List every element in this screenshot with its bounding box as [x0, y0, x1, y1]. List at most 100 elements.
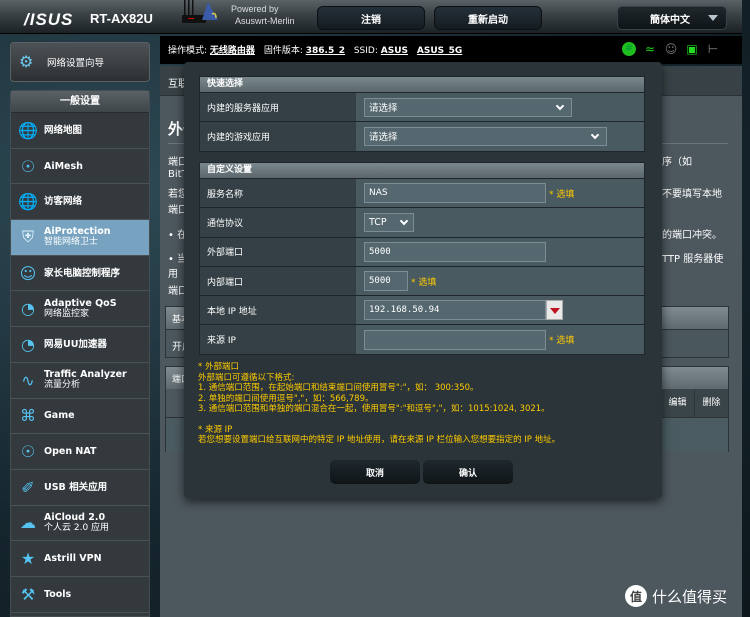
sidebar-item-text: Astrill VPN: [44, 553, 102, 564]
sidebar-item-label: AiProtection: [44, 226, 111, 238]
sidebar-item-label: AiMesh: [44, 160, 83, 172]
server-app-row: 内建的服务器应用 请选择: [200, 92, 644, 122]
uu-gauge-icon: ◔: [21, 334, 35, 354]
sidebar-item-network-map[interactable]: 🌐 网络地图: [11, 113, 149, 149]
help-notes: * 外部端口 外部端口可遵循以下格式: 1. 通信端口范围，在起始端口和结束端口…: [198, 362, 560, 446]
sidebar-item-label: Adaptive QoS: [44, 297, 117, 309]
sidebar-item-label: 家长电脑控制程序: [44, 267, 121, 279]
local-ip-label: 本地 IP 地址: [200, 296, 356, 325]
sidebar-item-gamepad[interactable]: ⌘ Game: [11, 399, 149, 435]
external-port-input[interactable]: 5000: [364, 241, 546, 262]
sidebar-item-text: Game: [44, 410, 75, 421]
service-name-input[interactable]: NAS: [364, 183, 546, 204]
dropdown-triangle-icon: [708, 15, 718, 21]
firmware-link[interactable]: 386.5_2: [306, 46, 345, 56]
sidebar-item-qos-gauge[interactable]: ◔ Adaptive QoS 网络监控家: [11, 291, 149, 328]
note-line: 1. 通信端口范围，在起始端口和结束端口间使用冒号":"，如： 300:350。: [198, 383, 479, 393]
powered-by-line2: Asuswrt-Merlin: [235, 16, 295, 26]
sidebar-item-aicloud[interactable]: ☁ AiCloud 2.0 个人云 2.0 应用: [11, 506, 149, 542]
source-ip-input[interactable]: [364, 329, 546, 350]
ssid-24-link[interactable]: ASUS: [381, 46, 408, 56]
chevron-down-icon: [399, 216, 409, 226]
language-value: 簡体中文: [650, 14, 690, 26]
sidebar-item-label: Game: [44, 410, 75, 422]
server-app-value: 请选择: [369, 103, 398, 115]
desc-line-right: 序（如: [662, 157, 692, 168]
server-app-label: 内建的服务器应用: [200, 93, 356, 122]
sidebar-menu: 一般设置 🌐 网络地图 ☉ AiMesh 🌐 访客网络 ⛨ AiProtection 智能网络卫…: [10, 90, 150, 617]
optional-note: * 选填: [411, 277, 437, 288]
sidebar-item-text: 家长电脑控制程序: [44, 268, 120, 279]
sidebar-item-usb-app[interactable]: ✐ USB 相关应用: [11, 470, 149, 506]
sidebar-item-open-nat[interactable]: ☉ Open NAT: [11, 434, 149, 470]
source-ip-label: 来源 IP: [200, 325, 356, 354]
confirm-button[interactable]: 确认: [423, 460, 513, 484]
sidebar-item-label: 网络地图: [44, 124, 83, 136]
language-select[interactable]: 簡体中文: [617, 6, 727, 30]
server-app-select[interactable]: 请选择: [364, 97, 572, 117]
ssid-label: SSID:: [353, 46, 378, 56]
usb-app-icon: ✐: [21, 477, 35, 497]
sidebar-item-text: 访客网络: [44, 196, 82, 207]
lan-icon[interactable]: ▣: [685, 42, 699, 56]
clients-icon[interactable]: ☺: [664, 42, 678, 56]
list-columns: 编辑 删除: [660, 389, 728, 417]
status-text: 操作模式: 无线路由器 固件版本: 386.5_2 SSID: ASUS ASU…: [168, 43, 468, 56]
sidebar-item-aimesh[interactable]: ☉ AiMesh: [11, 149, 149, 185]
watermark-text: 什么值得买: [652, 587, 728, 606]
internet-globe-icon[interactable]: #: [622, 42, 636, 56]
reboot-button[interactable]: 重新启动: [434, 6, 542, 30]
client-list-dropdown-button[interactable]: [546, 300, 563, 321]
sidebar-item-astrill-vpn[interactable]: ★ Astrill VPN: [11, 541, 149, 577]
internal-port-row: 内部端口 5000 * 选填: [200, 265, 644, 296]
game-app-label: 内建的游戏应用: [200, 122, 356, 151]
chevron-down-icon: [555, 101, 565, 110]
sidebar-item-text: Tools: [44, 589, 71, 600]
local-ip-row: 本地 IP 地址 192.168.50.94: [200, 295, 644, 325]
sidebar-item-text: 网易UU加速器: [44, 339, 107, 350]
logout-button[interactable]: 注销: [317, 6, 425, 30]
desc-line-right: 的端口冲突。: [662, 230, 722, 241]
protocol-select[interactable]: TCP: [364, 212, 414, 232]
sidebar-item-text: AiProtection 智能网络卫士: [44, 226, 111, 248]
quick-select-section: 快速选择 内建的服务器应用 请选择 内建的游戏应用 请选择: [199, 76, 645, 152]
quick-internet-setup-button[interactable]: ⚙ 网络设置向导: [10, 42, 150, 82]
optional-note: * 选填: [549, 336, 575, 347]
note-line: * 外部端口: [198, 362, 239, 372]
usb-icon[interactable]: ⊢: [706, 42, 720, 56]
sidebar-item-uu-gauge[interactable]: ◔ 网易UU加速器: [11, 327, 149, 363]
optional-note: * 选填: [549, 189, 575, 200]
parental-control-icon: ☺: [19, 263, 37, 283]
mode-link[interactable]: 无线路由器: [210, 46, 255, 56]
game-app-value: 请选择: [369, 132, 398, 144]
guest-network-icon: 🌐: [18, 192, 38, 212]
sidebar-item-text: Traffic Analyzer 流量分析: [44, 369, 127, 391]
watermark: 值 什么值得买: [625, 585, 727, 607]
local-ip-input[interactable]: 192.168.50.94: [364, 300, 546, 321]
gamepad-icon: ⌘: [20, 406, 36, 426]
sidebar-item-text: USB 相关应用: [44, 482, 107, 493]
network-map-icon: 🌐: [18, 120, 38, 140]
sidebar-item-parental-control[interactable]: ☺ 家长电脑控制程序: [11, 256, 149, 292]
internal-port-input[interactable]: 5000: [364, 271, 408, 292]
sidebar-item-text: AiCloud 2.0 个人云 2.0 应用: [44, 512, 109, 534]
qis-label: 网络设置向导: [47, 58, 105, 69]
router-merlin-icon: [182, 0, 218, 23]
sidebar-item-tools-wrench[interactable]: ⚒ Tools: [11, 577, 149, 613]
ssid-5g-link[interactable]: ASUS_5G: [417, 46, 462, 56]
game-app-select[interactable]: 请选择: [364, 126, 607, 146]
protocol-row: 通信协议 TCP: [200, 207, 644, 237]
aimesh-icon: ☉: [20, 156, 36, 176]
sidebar-item-label: Astrill VPN: [44, 553, 102, 565]
sidebar-item-aiprotection[interactable]: ⛨ AiProtection 智能网络卫士: [11, 220, 149, 256]
desc-line-right: 不要填写本地: [662, 189, 722, 200]
mode-label: 操作模式:: [168, 46, 208, 56]
sidebar-item-traffic-analyzer[interactable]: ∿ Traffic Analyzer 流量分析: [11, 363, 149, 399]
astrill-vpn-icon: ★: [20, 549, 36, 569]
sidebar-section-title: 一般设置: [11, 91, 149, 113]
firmware-label: 固件版本:: [263, 46, 303, 56]
sidebar-item-text: AiMesh: [44, 161, 83, 172]
sidebar-item-guest-network[interactable]: 🌐 访客网络: [11, 184, 149, 221]
wifi-icon[interactable]: ≈: [643, 42, 657, 56]
cancel-button[interactable]: 取消: [330, 460, 420, 484]
